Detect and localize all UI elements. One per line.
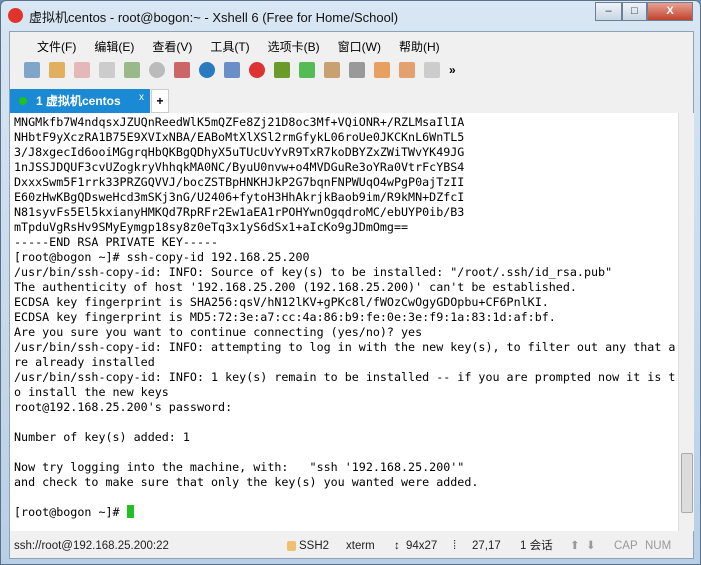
terminal-line: 3/J8xgecId6ooiMGgrqHbQKBgQDhyX5uTUcUvYvR… [14, 145, 465, 159]
terminal-line: and check to make sure that only the key… [14, 475, 479, 489]
menu-window[interactable]: 窗口(W) [329, 38, 390, 55]
new-tab-button[interactable]: + [151, 89, 169, 113]
status-size: 94x27 [406, 540, 438, 552]
terminal-line: root@192.168.25.200's password: [14, 400, 240, 414]
terminal-line: Are you sure you want to continue connec… [14, 325, 423, 339]
resize-icon: ↕ [394, 540, 400, 552]
cursor-pos-icon: ⁞ [453, 540, 457, 552]
terminal-line: /usr/bin/ssh-copy-id: INFO: 1 key(s) rem… [14, 370, 676, 384]
terminal-line: The authenticity of host '192.168.25.200… [14, 280, 577, 294]
tab-close-icon[interactable]: x [139, 86, 144, 110]
find-icon[interactable] [149, 62, 165, 78]
globe-icon[interactable] [199, 62, 215, 78]
xshell-icon[interactable] [249, 62, 265, 78]
status-cursor: 27,17 [472, 540, 501, 552]
add-tab-icon[interactable] [399, 62, 415, 78]
terminal-line: E60zHwKBgQDsweHcd3mSKj3nG/U2406+fytoH3Hh… [14, 190, 465, 204]
terminal-line: N81syvFs5El5kxianyHMKQd7RpRFr2Ew1aEA1rPO… [14, 205, 465, 219]
terminal-line: NHbtF9yXczRA1B75E9XVIxNBA/EABoMtXlXSl2rm… [14, 130, 465, 144]
terminal-line: ECDSA key fingerprint is SHA256:qsV/hN12… [14, 295, 549, 309]
arrow-up-icon[interactable]: ⬆ [570, 535, 580, 558]
status-bar: ssh://root@192.168.25.200:22 SSH2 xterm … [10, 535, 693, 558]
layout-icon[interactable] [424, 62, 440, 78]
terminal-output[interactable]: MNGMkfb7W4ndqsxJZUQnReedWlK5mQZFe8Zj21D8… [10, 113, 678, 531]
keyboard-icon[interactable] [349, 62, 365, 78]
terminal-line: /usr/bin/ssh-copy-id: INFO: attempting t… [14, 340, 676, 354]
terminal-line: Number of key(s) added: 1 [14, 430, 190, 444]
connect-icon[interactable] [74, 62, 90, 78]
arrow-down-icon[interactable]: ⬇ [586, 535, 596, 558]
more-icon[interactable]: » [449, 63, 456, 77]
terminal-line: 1nJSSJDQUF3cvUZogkryVhhqkMA0NC/ByuU0nvw+… [14, 160, 465, 174]
terminal-line: MNGMkfb7W4ndqsxJZUQnReedWlK5mQZFe8Zj21D8… [14, 115, 465, 129]
menu-file[interactable]: 文件(F) [28, 38, 85, 55]
lock-icon[interactable] [324, 62, 340, 78]
terminal-cursor [126, 505, 134, 518]
terminal-line: DxxxSwm5F1rrk33PRZGQVVJ/bocZSTBpHNKHJkP2… [14, 175, 465, 189]
terminal-line: /usr/bin/ssh-copy-id: INFO: Source of ke… [14, 265, 613, 279]
tab-bar: 1 虚拟机centos x + [10, 89, 693, 113]
xftp-icon[interactable] [274, 62, 290, 78]
menu-view[interactable]: 查看(V) [143, 38, 201, 55]
status-protocol: SSH2 [299, 540, 330, 552]
font-icon[interactable] [224, 62, 240, 78]
properties-icon[interactable] [124, 62, 140, 78]
xshell-window: 虚拟机centos - root@bogon:~ - Xshell 6 (Fre… [0, 0, 701, 565]
window-title: 虚拟机centos - root@bogon:~ - Xshell 6 (Fre… [29, 10, 399, 25]
menu-help[interactable]: 帮助(H) [390, 38, 449, 55]
status-cap: CAP [614, 540, 638, 552]
toolbar: » [24, 62, 456, 78]
status-sessions: 1 会话 [520, 540, 553, 552]
menu-tabs[interactable]: 选项卡(B) [259, 38, 329, 55]
close-button[interactable]: X [647, 2, 693, 21]
scrollbar-thumb[interactable] [681, 453, 693, 513]
status-term: xterm [346, 540, 375, 552]
fullscreen-icon[interactable] [299, 62, 315, 78]
maximize-button[interactable]: □ [622, 2, 647, 21]
xshell-logo-icon [8, 8, 23, 23]
terminal-line: re already installed [14, 355, 155, 369]
terminal-line: o install the new keys [14, 385, 169, 399]
terminal-line: -----END RSA PRIVATE KEY----- [14, 235, 219, 249]
menu-edit[interactable]: 编辑(E) [85, 38, 143, 55]
new-session-icon[interactable] [24, 62, 40, 78]
transfer-icon[interactable] [174, 62, 190, 78]
tab-session[interactable]: 1 虚拟机centos x [10, 89, 150, 113]
status-num: NUM [645, 540, 672, 552]
connected-status-icon [19, 97, 27, 105]
app-body: 文件(F) 编辑(E) 查看(V) 工具(T) 选项卡(B) 窗口(W) 帮助(… [9, 31, 694, 559]
lock-icon [287, 541, 296, 551]
terminal-line: mTpduVgRsHv9SMyEymgp18sy8z0eTq3x1yS6dSx1… [14, 220, 409, 234]
disconnect-icon[interactable] [99, 62, 115, 78]
terminal-line: ECDSA key fingerprint is MD5:72:3e:a7:cc… [14, 310, 556, 324]
highlight-icon[interactable] [374, 62, 390, 78]
terminal-line: [root@bogon ~]# ssh-copy-id 192.168.25.2… [14, 250, 310, 264]
terminal-line: [root@bogon ~]# [14, 505, 678, 520]
tab-label: 1 虚拟机centos [36, 94, 121, 108]
minimize-button[interactable]: – [595, 2, 622, 21]
menu-bar: 文件(F) 编辑(E) 查看(V) 工具(T) 选项卡(B) 窗口(W) 帮助(… [28, 38, 449, 55]
terminal-line: Now try logging into the machine, with: … [14, 460, 465, 474]
menu-tools[interactable]: 工具(T) [201, 38, 258, 55]
terminal-scrollbar[interactable] [678, 113, 694, 531]
open-folder-icon[interactable] [49, 62, 65, 78]
status-connection: ssh://root@192.168.25.200:22 [14, 540, 169, 552]
